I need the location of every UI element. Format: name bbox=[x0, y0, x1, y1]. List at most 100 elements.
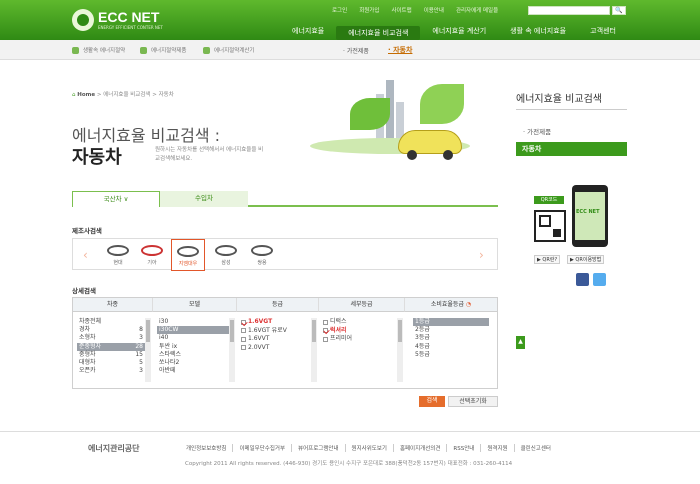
list-item[interactable]: 스타렉스 bbox=[157, 351, 229, 359]
list-item[interactable]: 오픈카 3 bbox=[77, 367, 145, 375]
util-guide-link[interactable]: 이용안내 bbox=[424, 6, 444, 14]
util-sitemap-link[interactable]: 사이트맵 bbox=[391, 6, 411, 14]
footer-link-viewer[interactable]: 뷰어프로그램안내 bbox=[291, 444, 344, 452]
list-item[interactable]: i30 bbox=[157, 318, 229, 326]
maker-label: 쌍용 bbox=[257, 260, 267, 266]
list-item[interactable]: i40 bbox=[157, 334, 229, 342]
maker-ssangyong[interactable]: 쌍용 bbox=[245, 239, 279, 271]
search-icon[interactable]: 🔍 bbox=[612, 6, 626, 15]
list-item[interactable]: i30CW bbox=[157, 326, 229, 335]
sub-grade-option[interactable]: 디럭스 bbox=[323, 318, 397, 327]
subnav-appliances[interactable]: · 가전제품 bbox=[343, 46, 369, 55]
tab-domestic[interactable]: 국산차 ∨ bbox=[72, 191, 160, 207]
footer-logo: 에너지관리공단 bbox=[88, 444, 140, 453]
detail-section-label: 상세검색 bbox=[72, 287, 96, 295]
phone-label: ECC NET bbox=[576, 209, 600, 215]
list-item[interactable]: 투싼 ix bbox=[157, 343, 229, 351]
footer-link-privacy[interactable]: 개인정보보호방침 bbox=[180, 444, 232, 452]
util-join-link[interactable]: 회원가입 bbox=[359, 6, 379, 14]
list-item[interactable]: 3등급 bbox=[413, 334, 489, 342]
sub-grade-option[interactable]: 프리미어 bbox=[323, 335, 397, 344]
grade-option[interactable]: 1.6VGT bbox=[241, 318, 311, 327]
checkbox[interactable] bbox=[241, 319, 246, 325]
tree-shape bbox=[350, 98, 390, 130]
copyright-text: Copyright 2011 All rights reserved. (446… bbox=[185, 461, 513, 467]
list-item[interactable]: 아반떼 bbox=[157, 367, 229, 375]
grade-option[interactable]: 1.6VGT 유로V bbox=[241, 327, 311, 336]
footer-links: 개인정보보호방침 이메일무단수집거부 뷰어프로그램안내 원지사위도보기 홈페이지… bbox=[180, 444, 557, 452]
vehicle-type-list[interactable]: 차종전체 경차 8 소형차 3 준중형차 28 중형차 15 대형차 5 오픈카 3 bbox=[77, 318, 145, 375]
quick-link-calculator[interactable]: 에너지절약계산기 bbox=[203, 46, 254, 54]
footer-link-clean[interactable]: 클린신고센터 bbox=[513, 444, 557, 452]
search-input[interactable] bbox=[528, 6, 610, 15]
model-list[interactable]: i30 i30CW i40 투싼 ix 스타렉스 쏘나타2 아반떼 bbox=[157, 318, 229, 375]
next-arrow-icon[interactable]: › bbox=[479, 248, 484, 262]
maker-hyundai[interactable]: 현대 bbox=[101, 239, 135, 271]
tab-imported[interactable]: 수입차 bbox=[160, 191, 248, 207]
maker-gm-daewoo[interactable]: 지엠대우 bbox=[171, 239, 205, 271]
quick-link-products[interactable]: 에너지절약제품 bbox=[140, 46, 186, 54]
subnav-cars[interactable]: · 자동차 bbox=[388, 45, 412, 55]
facebook-icon[interactable] bbox=[576, 273, 589, 286]
header-sub-grade: 세부등급 bbox=[319, 298, 405, 312]
footer-link-feedback[interactable]: 홈페이지개선의견 bbox=[392, 444, 446, 452]
checkbox[interactable] bbox=[323, 336, 328, 342]
sub-grade-scrollbar[interactable] bbox=[397, 318, 403, 382]
list-item[interactable]: 대형차 5 bbox=[77, 359, 145, 367]
item-count: 3 bbox=[139, 367, 143, 375]
checkbox[interactable] bbox=[323, 328, 328, 334]
list-item[interactable]: 준중형차 28 bbox=[77, 342, 145, 351]
prev-arrow-icon[interactable]: ‹ bbox=[83, 248, 88, 262]
nav-life-efficiency[interactable]: 생활 속 에너지효율 bbox=[498, 26, 578, 40]
calculator-icon bbox=[203, 46, 210, 54]
checkbox[interactable] bbox=[241, 328, 246, 334]
efficiency-list[interactable]: 1등급 2등급 3등급 4등급 5등급 bbox=[413, 318, 489, 359]
home-icon[interactable]: ⌂ bbox=[72, 92, 76, 98]
search-button[interactable]: 검색 bbox=[419, 396, 445, 407]
go-top-button[interactable]: ▲ bbox=[516, 336, 525, 349]
list-item[interactable]: 2등급 bbox=[413, 326, 489, 334]
sub-grade-option[interactable]: 럭셔리 bbox=[323, 327, 397, 336]
side-menu-cars[interactable]: 자동차 bbox=[516, 142, 627, 156]
nav-efficiency[interactable]: 에너지효율 bbox=[280, 26, 336, 40]
breadcrumb-home[interactable]: Home bbox=[77, 92, 95, 98]
quick-link-saving[interactable]: 생활속 에너지절약 bbox=[72, 46, 125, 54]
util-login-link[interactable]: 로그인 bbox=[332, 6, 347, 14]
list-item[interactable]: 중형차 15 bbox=[77, 351, 145, 359]
list-item[interactable]: 5등급 bbox=[413, 351, 489, 359]
list-item[interactable]: 1등급 bbox=[413, 318, 489, 327]
grade-scrollbar[interactable] bbox=[311, 318, 317, 382]
footer-link-email[interactable]: 이메일무단수집거부 bbox=[232, 444, 291, 452]
recycle-icon bbox=[72, 46, 79, 54]
list-item[interactable]: 4등급 bbox=[413, 343, 489, 351]
qr-code-image bbox=[534, 210, 566, 242]
maker-samsung[interactable]: 삼성 bbox=[209, 239, 243, 271]
model-scrollbar[interactable] bbox=[229, 318, 235, 382]
list-item[interactable]: 차종전체 bbox=[77, 318, 145, 326]
header-efficiency: 소비효율등급 ◔ bbox=[405, 298, 497, 312]
side-menu-appliances[interactable]: · 가전제품 bbox=[523, 126, 551, 136]
item-label: 오픈카 bbox=[79, 367, 96, 375]
nav-compare-search[interactable]: 에너지효율 비교검색 bbox=[336, 26, 421, 40]
grade-option[interactable]: 2.0VVT bbox=[241, 344, 311, 353]
maker-section-label: 제조사검색 bbox=[72, 227, 102, 235]
checkbox[interactable] bbox=[241, 345, 246, 351]
qr-howto-button[interactable]: ▶ QR이용방법 bbox=[567, 255, 605, 264]
footer-link-remote[interactable]: 원격지원 bbox=[480, 444, 513, 452]
twitter-icon[interactable] bbox=[593, 273, 606, 286]
checkbox[interactable] bbox=[241, 336, 246, 342]
reset-button[interactable]: 선택초기화 bbox=[448, 396, 498, 407]
list-item[interactable]: 쏘나타2 bbox=[157, 359, 229, 367]
vehicle-type-scrollbar[interactable] bbox=[145, 318, 151, 382]
list-item[interactable]: 소형차 3 bbox=[77, 334, 145, 342]
qr-info-button[interactable]: ▶ QR란? bbox=[534, 255, 561, 264]
nav-customer-center[interactable]: 고객센터 bbox=[578, 26, 628, 40]
util-mail-link[interactable]: 관리자에게 메일을 bbox=[456, 6, 498, 14]
footer-link-map[interactable]: 원지사위도보기 bbox=[344, 444, 393, 452]
maker-kia[interactable]: 기아 bbox=[135, 239, 169, 271]
grade-option[interactable]: 1.6VVT bbox=[241, 335, 311, 344]
checkbox[interactable] bbox=[323, 319, 328, 325]
nav-calculator[interactable]: 에너지효율 계산기 bbox=[420, 26, 498, 40]
footer-link-rss[interactable]: RSS안내 bbox=[446, 444, 480, 452]
gauge-icon: ◔ bbox=[465, 301, 472, 308]
